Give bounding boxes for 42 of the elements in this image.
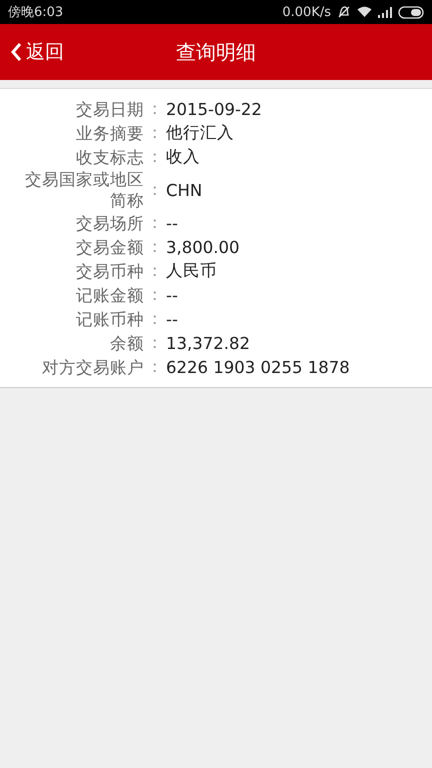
colon-separator: ： bbox=[146, 308, 164, 330]
field-label: 收支标志 bbox=[75, 146, 144, 168]
field-label: 记账金额 bbox=[75, 284, 144, 306]
wifi-icon bbox=[357, 6, 372, 18]
notification-off-icon bbox=[337, 5, 351, 19]
field-value: 6226 1903 0255 1878 bbox=[166, 358, 350, 376]
colon-separator: ： bbox=[146, 122, 164, 144]
colon-separator: ： bbox=[146, 284, 164, 306]
field-value: 2015-09-22 bbox=[166, 100, 262, 118]
field-label: 交易国家或地区简称 bbox=[24, 169, 144, 211]
field-label: 业务摘要 bbox=[75, 122, 144, 144]
field-value: -- bbox=[166, 286, 178, 304]
field-value: -- bbox=[166, 310, 178, 328]
field-value: -- bbox=[166, 214, 178, 232]
field-label: 交易场所 bbox=[75, 212, 144, 234]
field-label: 对方交易账户 bbox=[41, 356, 144, 378]
signal-icon bbox=[378, 6, 392, 18]
status-time: 傍晚6:03 bbox=[8, 4, 64, 21]
colon-separator: ： bbox=[146, 179, 164, 201]
chevron-left-icon bbox=[10, 42, 22, 62]
colon-separator: ： bbox=[146, 260, 164, 282]
back-button[interactable]: 返回 bbox=[0, 32, 74, 72]
field-label: 记账币种 bbox=[75, 308, 144, 330]
field-label: 交易币种 bbox=[75, 260, 144, 282]
field-value: 收入 bbox=[166, 146, 200, 168]
colon-separator: ： bbox=[146, 98, 164, 120]
field-value: 人民币 bbox=[166, 260, 217, 282]
colon-separator: ： bbox=[146, 212, 164, 234]
field-label: 交易金额 bbox=[75, 236, 144, 258]
colon-separator: ： bbox=[146, 236, 164, 258]
field-value: CHN bbox=[166, 180, 202, 200]
field-value: 他行汇入 bbox=[166, 122, 234, 144]
network-speed: 0.00K/s bbox=[282, 4, 331, 20]
field-label: 交易日期 bbox=[75, 98, 144, 120]
field-label: 余额 bbox=[109, 332, 144, 354]
colon-separator: ： bbox=[146, 356, 164, 378]
battery-icon bbox=[398, 6, 424, 18]
colon-separator: ： bbox=[146, 332, 164, 354]
page-title: 查询明细 bbox=[176, 40, 256, 64]
colon-separator: ： bbox=[146, 146, 164, 168]
field-value: 3,800.00 bbox=[166, 238, 240, 256]
field-value: 13,372.82 bbox=[166, 334, 250, 352]
